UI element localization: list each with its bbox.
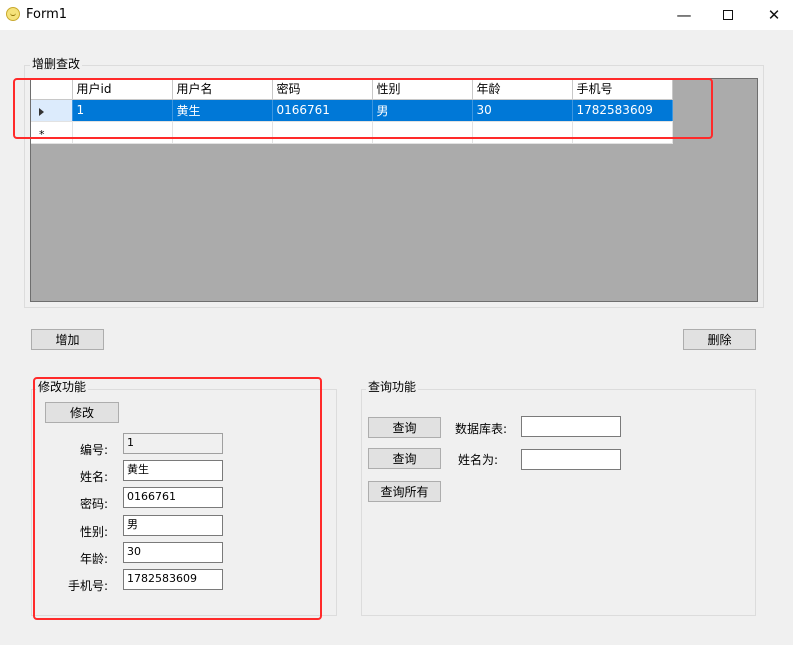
table-input[interactable] [521, 416, 621, 437]
crud-group-title: 增删查改 [30, 57, 83, 71]
table-label: 数据库表: [455, 422, 508, 436]
query-all-button[interactable]: 查询所有 [368, 481, 441, 502]
query-group-title: 查询功能 [366, 380, 419, 394]
minimize-button[interactable]: — [661, 0, 707, 30]
query-name-button[interactable]: 查询 [368, 448, 441, 469]
highlight-box-modify [33, 377, 322, 620]
close-icon: ✕ [767, 6, 781, 24]
minimize-icon: — [676, 6, 692, 24]
close-button[interactable]: ✕ [751, 0, 793, 30]
window-title: Form1 [26, 7, 68, 22]
name-query-label: 姓名为: [458, 453, 499, 467]
highlight-box-grid [13, 78, 713, 139]
maximize-button[interactable] [705, 0, 751, 30]
add-button[interactable]: 增加 [31, 329, 104, 350]
name-query-input[interactable] [521, 449, 621, 470]
maximize-icon [723, 10, 733, 20]
title-bar: Form1 — ✕ [0, 0, 793, 30]
delete-button[interactable]: 删除 [683, 329, 756, 350]
query-table-button[interactable]: 查询 [368, 417, 441, 438]
app-icon [6, 7, 20, 21]
